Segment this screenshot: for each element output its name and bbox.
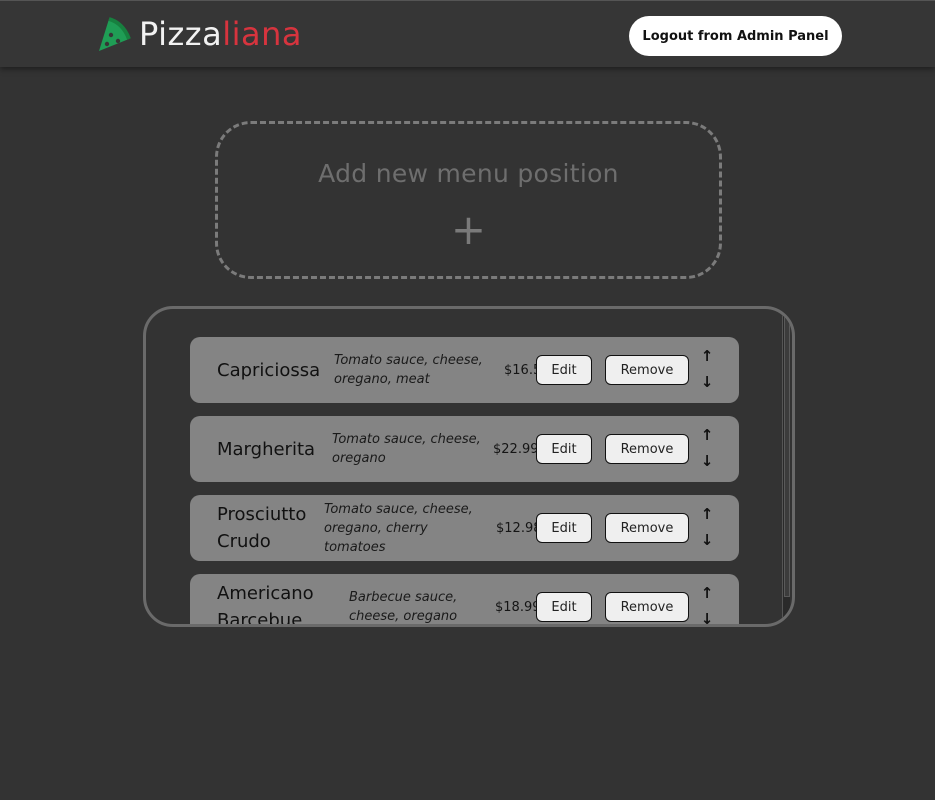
logo-text-liana: liana	[222, 15, 302, 53]
menu-item-price: $16.5	[504, 362, 536, 378]
menu-item-name: Margherita	[217, 438, 316, 460]
logo-text-pizza: Pizza	[139, 15, 223, 53]
edit-button[interactable]: Edit	[536, 355, 592, 385]
menu-item-description: Tomato sauce, cheese, oregano, meat	[334, 353, 483, 387]
remove-button[interactable]: Remove	[605, 355, 689, 385]
remove-button[interactable]: Remove	[605, 434, 689, 464]
arrow-up-icon[interactable]: ↑	[699, 427, 715, 443]
plus-icon: +	[450, 205, 487, 254]
logout-button[interactable]: Logout from Admin Panel	[629, 16, 842, 56]
arrow-down-icon[interactable]: ↓	[699, 611, 715, 624]
menu-item: Americano Barcebue Barbecue sauce, chees…	[190, 574, 739, 627]
brand-logo[interactable]: Pizzaliana	[95, 15, 302, 53]
edit-button[interactable]: Edit	[536, 592, 592, 622]
remove-button[interactable]: Remove	[605, 513, 689, 543]
admin-page: Pizzaliana Logout from Admin Panel Add n…	[0, 0, 935, 800]
menu-item-name: Capriciossa	[217, 359, 321, 381]
menu-item-description: Barbecue sauce, cheese, oregano	[349, 590, 458, 624]
list-scrollbar[interactable]	[782, 313, 790, 621]
menu-item-price: $12.98	[496, 520, 536, 536]
remove-button[interactable]: Remove	[605, 592, 689, 622]
scrollbar-thumb[interactable]	[784, 313, 790, 597]
top-header: Pizzaliana Logout from Admin Panel	[0, 0, 935, 67]
pizza-slice-icon	[99, 17, 131, 51]
edit-button[interactable]: Edit	[536, 434, 592, 464]
arrow-up-icon[interactable]: ↑	[699, 348, 715, 364]
menu-item: Prosciutto Crudo Tomato sauce, cheese, o…	[190, 495, 739, 561]
edit-button[interactable]: Edit	[536, 513, 592, 543]
menu-item: Capriciossa Tomato sauce, cheese, oregan…	[190, 337, 739, 403]
menu-item-price: $22.99	[493, 441, 536, 457]
logo-text: Pizzaliana	[139, 16, 302, 52]
arrow-down-icon[interactable]: ↓	[699, 453, 715, 469]
menu-list: Capriciossa Tomato sauce, cheese, oregan…	[143, 306, 795, 627]
menu-item: Margherita Tomato sauce, cheese, oregano…	[190, 416, 739, 482]
add-menu-position-card[interactable]: Add new menu position +	[215, 121, 722, 279]
menu-item-price: $18.99	[495, 599, 536, 615]
arrow-down-icon[interactable]: ↓	[699, 532, 715, 548]
menu-item-name: Americano Barcebue	[217, 583, 314, 627]
add-menu-position-title: Add new menu position	[318, 159, 619, 188]
arrow-up-icon[interactable]: ↑	[699, 585, 715, 601]
menu-item-description: Tomato sauce, cheese, oregano, cherry to…	[324, 501, 473, 555]
menu-item-name: Prosciutto Crudo	[217, 504, 307, 552]
arrow-up-icon[interactable]: ↑	[699, 506, 715, 522]
arrow-down-icon[interactable]: ↓	[699, 374, 715, 390]
menu-item-description: Tomato sauce, cheese, oregano	[332, 432, 481, 466]
